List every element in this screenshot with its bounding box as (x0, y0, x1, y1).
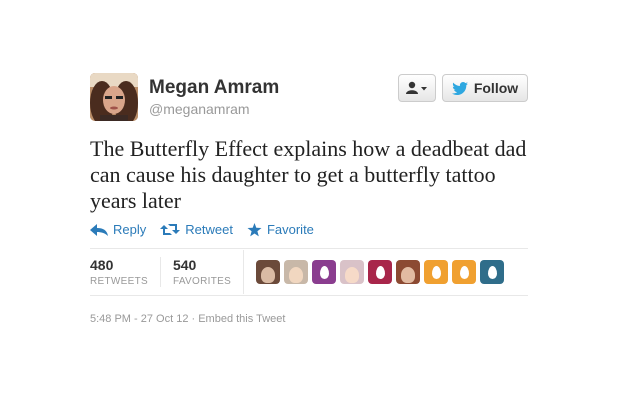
retweet-action[interactable]: Retweet (160, 222, 233, 237)
favoriter-egg-avatar[interactable] (424, 260, 449, 284)
avatar-photo (401, 267, 416, 283)
egg-icon (459, 265, 469, 279)
username[interactable]: @meganamram (149, 101, 250, 117)
avatar-photo (90, 73, 138, 121)
user-dropdown-icon (406, 81, 427, 94)
user-actions-button[interactable] (398, 74, 436, 102)
embed-tweet-link[interactable]: Embed this Tweet (198, 313, 285, 325)
tweet-text: The Butterfly Effect explains how a dead… (90, 136, 527, 213)
retweets-label: RETWEETS (90, 276, 148, 287)
stats-separator (243, 250, 245, 294)
retweet-icon (160, 224, 181, 235)
favoriter-avatar[interactable] (396, 260, 421, 284)
star-icon (247, 222, 262, 236)
egg-icon (375, 265, 385, 279)
twitter-bird-icon (451, 81, 468, 95)
timestamp-link[interactable]: 5:48 PM - 27 Oct 12 (90, 313, 188, 325)
avatar[interactable] (90, 73, 138, 121)
display-name[interactable]: Megan Amram (149, 77, 279, 99)
reply-arrow-icon (90, 223, 108, 236)
favoriter-egg-avatar[interactable] (480, 260, 505, 284)
retweet-label: Retweet (185, 222, 233, 237)
egg-icon (487, 265, 497, 279)
retweets-stat[interactable]: 480 RETWEETS (90, 257, 160, 287)
follow-button[interactable]: Follow (442, 74, 528, 102)
favoriter-egg-avatar[interactable] (368, 260, 393, 284)
avatar-photo (345, 267, 360, 283)
favoriter-avatar[interactable] (340, 260, 365, 284)
reply-label: Reply (113, 222, 147, 237)
favoriter-avatar[interactable] (284, 260, 309, 284)
favoriter-avatar[interactable] (256, 260, 281, 284)
stats-bottom-divider (90, 295, 528, 296)
avatar-photo (289, 267, 304, 283)
tweet-stats: 480 RETWEETS 540 FAVORITES (90, 250, 505, 294)
tweet-actions: Reply Retweet Favorite (90, 222, 314, 237)
favorites-stat[interactable]: 540 FAVORITES (159, 257, 243, 287)
stats-top-divider (90, 248, 528, 249)
meta-separator: · (188, 313, 199, 325)
tweet-meta: 5:48 PM - 27 Oct 12 · Embed this Tweet (90, 313, 285, 325)
avatar-photo (261, 267, 276, 283)
favorites-label: FAVORITES (172, 276, 232, 287)
favorite-action[interactable]: Favorite (247, 222, 314, 237)
reply-action[interactable]: Reply (90, 222, 146, 237)
follow-label: Follow (473, 80, 519, 96)
favoriter-egg-avatar[interactable] (312, 260, 337, 284)
egg-icon (431, 265, 441, 279)
favorite-label: Favorite (266, 222, 314, 237)
favoriters-list (256, 260, 505, 284)
favorites-count: 540 (172, 257, 197, 273)
egg-icon (319, 265, 329, 279)
retweets-count: 480 (90, 257, 114, 273)
favoriter-egg-avatar[interactable] (452, 260, 477, 284)
